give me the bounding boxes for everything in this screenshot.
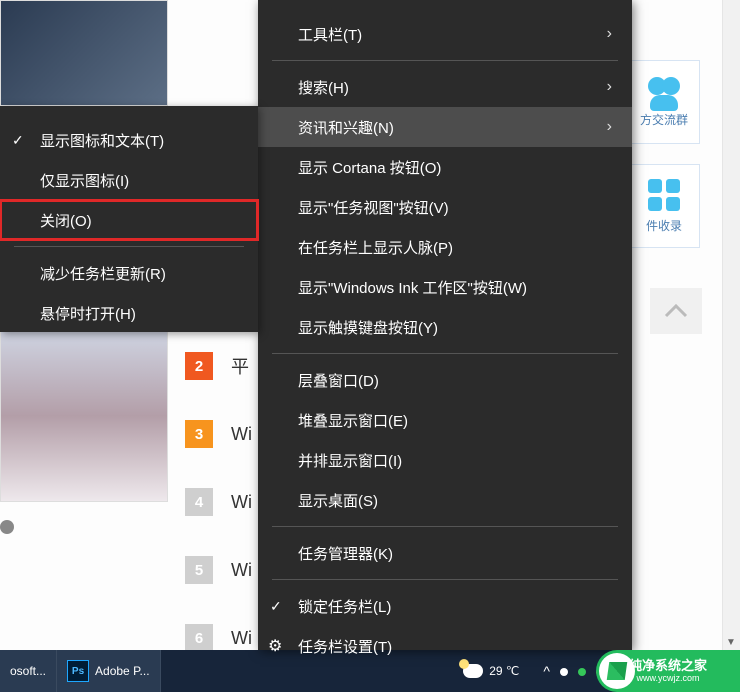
watermark-logo-icon <box>599 653 635 689</box>
watermark-url: www.ycwjz.com <box>636 674 699 683</box>
rank-badge: 2 <box>185 352 213 380</box>
friends-icon <box>648 77 680 105</box>
menu-item-lock-taskbar[interactable]: ✓ 锁定任务栏(L) <box>258 586 632 626</box>
list-item-label: Wi <box>231 424 252 445</box>
rank-badge: 4 <box>185 488 213 516</box>
menu-item-label: 在任务栏上显示人脉(P) <box>298 237 453 258</box>
photoshop-icon: Ps <box>67 660 89 682</box>
menu-item-label: 并排显示窗口(I) <box>298 450 402 471</box>
menu-item-search[interactable]: 搜索(H) › <box>258 67 632 107</box>
submenu-item-label: 减少任务栏更新(R) <box>40 263 166 284</box>
chevron-right-icon: › <box>607 118 612 136</box>
qq-group-card[interactable]: 方交流群 <box>628 60 700 144</box>
menu-item-show-cortana[interactable]: 显示 Cortana 按钮(O) <box>258 147 632 187</box>
card-label: 方交流群 <box>640 111 688 128</box>
app-label-partial: osoft... <box>10 664 46 678</box>
menu-item-show-touchkb[interactable]: 显示触摸键盘按钮(Y) <box>258 307 632 347</box>
menu-item-label: 显示 Cortana 按钮(O) <box>298 157 441 178</box>
checkmark-icon: ✓ <box>270 598 282 615</box>
checkmark-icon: ✓ <box>12 132 24 149</box>
submenu-item-label: 悬停时打开(H) <box>40 303 136 324</box>
rank-badge: 3 <box>185 420 213 448</box>
chevron-right-icon: › <box>607 25 612 43</box>
menu-item-label: 层叠窗口(D) <box>298 370 379 391</box>
menu-item-taskmgr[interactable]: 任务管理器(K) <box>258 533 632 573</box>
software-collection-card[interactable]: 件收录 <box>628 164 700 248</box>
menu-item-label: 任务管理器(K) <box>298 543 393 564</box>
watermark-title: 纯净系统之家 <box>629 659 707 672</box>
thumbnail-image-top <box>0 0 168 106</box>
taskbar-app-photoshop[interactable]: Ps Adobe P... <box>57 650 161 692</box>
app-label: Adobe P... <box>95 664 150 678</box>
menu-item-label: 工具栏(T) <box>298 24 362 45</box>
side-card-column: 方交流群 件收录 <box>628 60 700 268</box>
list-item-label: Wi <box>231 628 252 649</box>
gear-icon: ⚙ <box>268 636 282 656</box>
grid-icon <box>648 179 680 211</box>
menu-item-label: 显示"任务视图"按钮(V) <box>298 197 449 218</box>
submenu-item-icon-and-text[interactable]: ✓ 显示图标和文本(T) <box>0 120 258 160</box>
menu-item-label: 搜索(H) <box>298 77 349 98</box>
vertical-scrollbar[interactable]: ▼ <box>722 0 740 650</box>
menu-item-label: 任务栏设置(T) <box>298 636 392 657</box>
menu-separator <box>272 579 618 580</box>
thumbnail-round-small <box>0 520 14 534</box>
submenu-item-turn-off[interactable]: 关闭(O) <box>0 200 258 240</box>
menu-item-label: 显示桌面(S) <box>298 490 378 511</box>
chevron-up-icon <box>664 304 688 318</box>
menu-item-label: 资讯和兴趣(N) <box>298 117 394 138</box>
menu-item-toolbars[interactable]: 工具栏(T) › <box>258 14 632 54</box>
weather-cloud-sun-icon <box>463 664 483 678</box>
menu-item-taskbar-settings[interactable]: ⚙ 任务栏设置(T) <box>258 626 632 666</box>
rank-badge: 6 <box>185 624 213 652</box>
rank-badge: 5 <box>185 556 213 584</box>
card-label: 件收录 <box>646 217 682 234</box>
scroll-to-top-button[interactable] <box>650 288 702 334</box>
site-watermark-badge: 纯净系统之家 www.ycwjz.com <box>596 650 740 692</box>
menu-separator <box>272 60 618 61</box>
list-item-label: 平 <box>231 353 249 379</box>
news-interests-submenu: ✓ 显示图标和文本(T) 仅显示图标(I) 关闭(O) 减少任务栏更新(R) 悬… <box>0 106 258 332</box>
menu-separator <box>272 526 618 527</box>
menu-item-news-interests[interactable]: 资讯和兴趣(N) › <box>258 107 632 147</box>
submenu-item-open-on-hover[interactable]: 悬停时打开(H) <box>0 293 258 333</box>
submenu-item-reduce-updates[interactable]: 减少任务栏更新(R) <box>0 253 258 293</box>
menu-item-show-desktop[interactable]: 显示桌面(S) <box>258 480 632 520</box>
menu-item-label: 显示触摸键盘按钮(Y) <box>298 317 438 338</box>
submenu-separator <box>14 246 244 247</box>
taskbar-app-edge[interactable]: osoft... <box>0 650 57 692</box>
list-item-label: Wi <box>231 492 252 513</box>
menu-item-cascade[interactable]: 层叠窗口(D) <box>258 360 632 400</box>
menu-item-stack[interactable]: 堆叠显示窗口(E) <box>258 400 632 440</box>
chevron-right-icon: › <box>607 78 612 96</box>
scrollbar-down-arrow-icon[interactable]: ▼ <box>726 637 736 648</box>
list-item-label: Wi <box>231 560 252 581</box>
submenu-item-icon-only[interactable]: 仅显示图标(I) <box>0 160 258 200</box>
menu-item-show-taskview[interactable]: 显示"任务视图"按钮(V) <box>258 187 632 227</box>
menu-item-label: 锁定任务栏(L) <box>298 596 391 617</box>
menu-item-label: 堆叠显示窗口(E) <box>298 410 408 431</box>
submenu-item-label: 仅显示图标(I) <box>40 170 129 191</box>
taskbar-context-menu: 工具栏(T) › 搜索(H) › 资讯和兴趣(N) › 显示 Cortana 按… <box>258 0 632 650</box>
menu-item-show-people[interactable]: 在任务栏上显示人脉(P) <box>258 227 632 267</box>
submenu-item-label: 显示图标和文本(T) <box>40 130 164 151</box>
menu-item-sidebyside[interactable]: 并排显示窗口(I) <box>258 440 632 480</box>
taskbar-weather-widget[interactable]: 29 ℃ <box>449 664 533 678</box>
submenu-item-label: 关闭(O) <box>40 210 92 231</box>
weather-temperature: 29 ℃ <box>489 664 519 678</box>
menu-item-show-ink[interactable]: 显示"Windows Ink 工作区"按钮(W) <box>258 267 632 307</box>
thumbnail-image-bottom <box>0 330 168 502</box>
menu-separator <box>272 353 618 354</box>
menu-item-label: 显示"Windows Ink 工作区"按钮(W) <box>298 277 527 298</box>
